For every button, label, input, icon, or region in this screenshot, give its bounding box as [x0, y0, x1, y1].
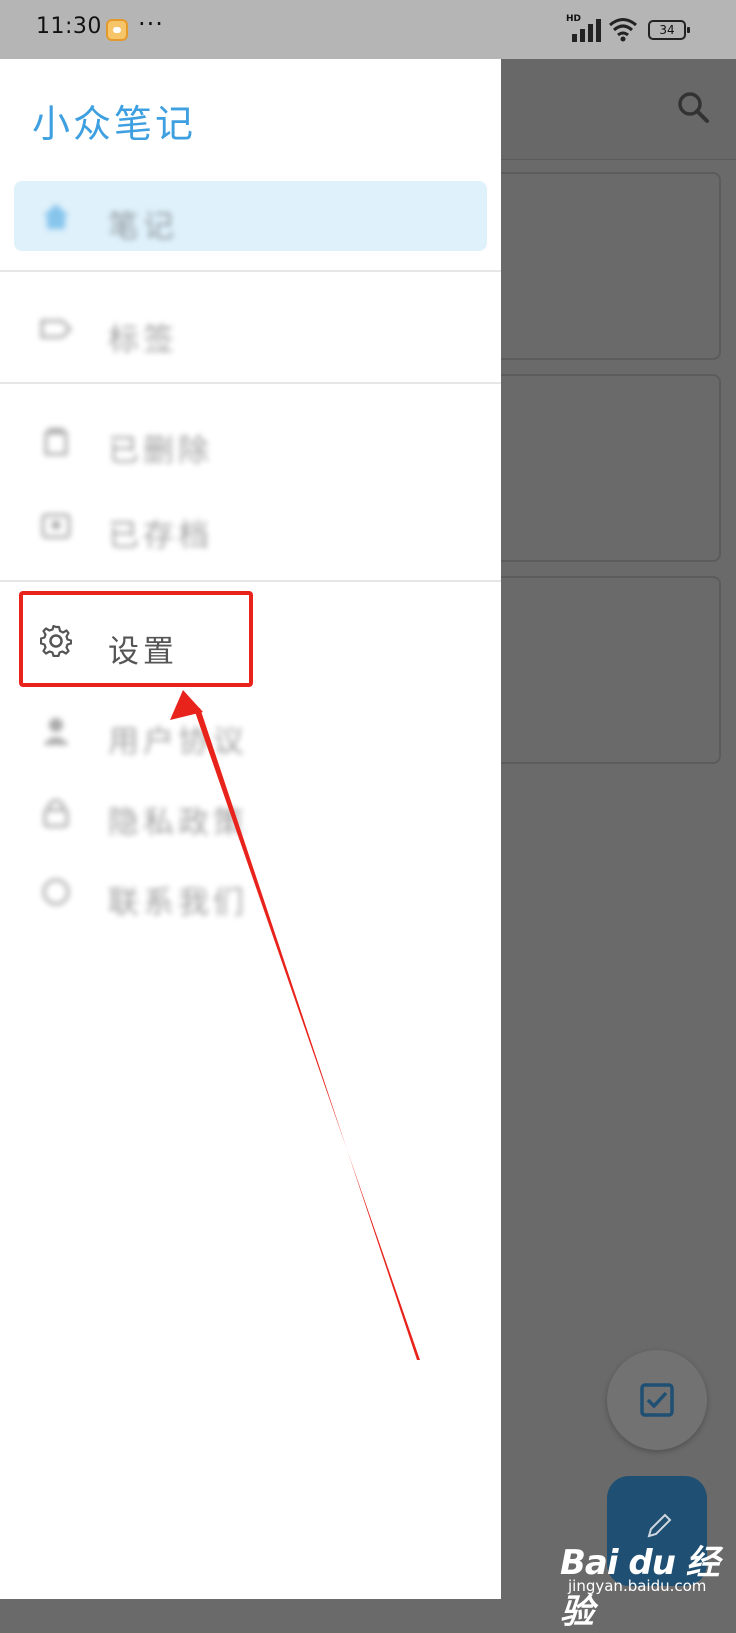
drawer-item-privacy-policy[interactable]: 隐私政策	[40, 787, 460, 841]
drawer-item-tags[interactable]: 标签	[40, 304, 460, 358]
drawer-item-label: 隐私政策	[108, 805, 248, 841]
drawer-item-label: 笔记	[108, 209, 178, 245]
drawer-item-archived[interactable]: 已存档	[40, 500, 460, 554]
drawer-item-user-agreement[interactable]: 用户协议	[40, 706, 460, 760]
drawer-item-label: 用户协议	[108, 724, 248, 760]
checkbox-icon	[640, 1383, 674, 1417]
background-note-card[interactable]	[501, 576, 721, 764]
status-time: 11:30	[36, 14, 102, 39]
wifi-icon	[609, 18, 637, 42]
drawer-item-notes[interactable]: 笔记	[40, 191, 460, 245]
user-icon	[43, 718, 69, 745]
drawer-item-label: 标签	[108, 322, 178, 358]
signal-icon	[572, 19, 601, 42]
divider	[0, 270, 501, 272]
background-note-card[interactable]	[501, 374, 721, 562]
app-title: 小众笔记	[32, 102, 197, 146]
tag-icon	[40, 319, 72, 339]
battery-icon: 34	[648, 20, 690, 40]
search-icon[interactable]	[676, 90, 710, 124]
drawer-item-label: 已删除	[108, 433, 213, 469]
drawer-item-label: 已存档	[108, 518, 213, 554]
more-notifications-icon: ···	[138, 10, 164, 38]
drawer-item-deleted[interactable]: 已删除	[40, 415, 460, 469]
home-icon	[43, 204, 69, 229]
drawer-item-contact-us[interactable]: 联系我们	[40, 867, 460, 921]
new-checklist-button[interactable]	[607, 1350, 707, 1450]
chat-icon	[42, 878, 70, 906]
notification-app-icon	[106, 19, 128, 41]
archive-icon	[41, 513, 71, 539]
status-bar: 11:30 ··· HD 34	[0, 0, 736, 59]
drawer-item-label: 联系我们	[108, 885, 248, 921]
lock-icon	[43, 799, 69, 828]
background-note-card[interactable]	[501, 172, 721, 360]
divider	[0, 580, 501, 582]
navigation-drawer: 小众笔记 笔记 标签 已删除 已存档 设置 用户协议 隐私政策 联系我们	[0, 59, 501, 1599]
trash-icon	[44, 428, 68, 456]
baidu-watermark: Bai du 经验 jingyan.baidu.com	[560, 1535, 736, 1633]
divider	[0, 382, 501, 384]
settings-highlight-box	[19, 591, 253, 687]
watermark-url: jingyan.baidu.com	[568, 1577, 707, 1595]
